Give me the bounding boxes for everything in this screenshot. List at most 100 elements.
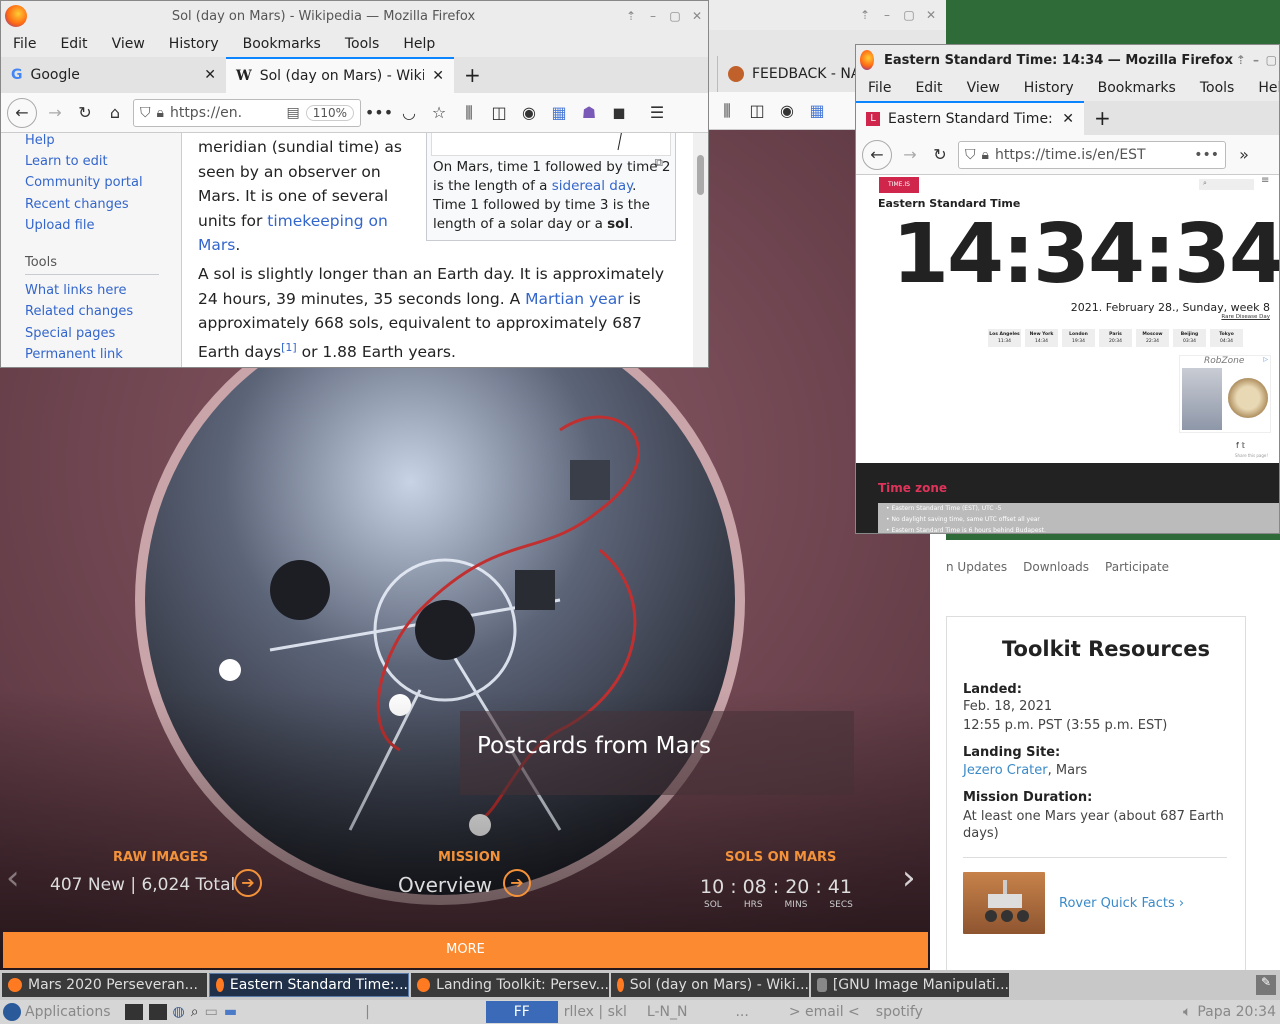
timeis-shield-icon[interactable]: ⛉ [965,147,976,163]
sidebar-special-pages[interactable]: Special pages [25,326,115,341]
nav-participate[interactable]: Participate [1105,560,1169,574]
menu-help[interactable]: Help [391,36,447,52]
ad-box[interactable]: RobZone ▷ [1179,355,1271,433]
timeis-menu-view[interactable]: View [955,80,1012,96]
wiki-minimize-button[interactable]: – [642,9,664,23]
wiki-url-bar[interactable]: ⛉ 🔒︎ https://en. ▤ 110% [133,98,361,127]
wiki-close-button[interactable]: ✕ [686,9,708,23]
sidebar-community-portal[interactable]: Community portal [25,175,143,190]
timeis-lock-icon[interactable]: 🔒︎ [982,147,989,163]
reader-mode-icon[interactable]: ▤ [286,105,299,121]
city-clock-6[interactable]: Tokyo 04:34 [1210,329,1243,347]
workspace-email[interactable]: > email < [789,1004,860,1020]
workspace-ff[interactable]: FF [485,1001,558,1023]
menu-edit[interactable]: Edit [48,36,99,52]
gimp-tray-icon[interactable]: ✎ [1256,975,1276,995]
city-clock-4[interactable]: Moscow 22:34 [1136,329,1169,347]
martian-year-link[interactable]: Martian year [525,290,623,308]
sidebar-icon[interactable]: ◫ [487,101,511,125]
social-icons[interactable]: f 𝕥 [1236,441,1245,450]
carousel-prev-button[interactable]: ‹ [6,858,20,898]
debian-logo-icon[interactable] [3,1003,21,1021]
menu-file[interactable]: File [1,36,48,52]
timeis-page-actions-icon[interactable]: ••• [1194,147,1219,163]
city-clock-1[interactable]: New York 14:34 [1025,329,1058,347]
city-clock-5[interactable]: Beijing 03:34 [1173,329,1206,347]
sidebar-what-links-here[interactable]: What links here [25,283,126,298]
hamburger-menu-icon[interactable]: ☰ [645,101,669,125]
menu-bookmarks[interactable]: Bookmarks [231,36,333,52]
wiki-scrollbar[interactable] [693,133,708,367]
sidebar-help[interactable]: Help [25,133,55,148]
page-actions-icon[interactable]: ••• [365,101,393,125]
bg-close-button[interactable]: ✕ [920,8,942,22]
workspace-1[interactable]: rllex | skl [564,1004,627,1020]
forward-icon[interactable]: → [43,101,67,125]
menu-tools[interactable]: Tools [333,36,392,52]
sidereal-day-link[interactable]: sidereal day [552,178,632,194]
home-icon[interactable]: ⌂ [103,101,127,125]
nav-downloads[interactable]: Downloads [1023,560,1089,574]
container-icon[interactable]: ▦ [547,101,571,125]
raw-images-arrow-button[interactable]: ➔ [234,869,262,897]
wiki-maximize-button[interactable]: ▢ [664,9,686,23]
timeis-url-bar[interactable]: ⛉ 🔒︎ https://time.is/en/EST ••• [958,140,1226,169]
rover-quick-facts-link[interactable]: Rover Quick Facts › [1059,896,1184,911]
tab-timeis[interactable]: L Eastern Standard Time: ✕ [856,101,1084,135]
sidebar-upload-file[interactable]: Upload file [25,218,94,233]
reload-icon[interactable]: ↻ [73,101,97,125]
rover-thumbnail[interactable] [963,872,1045,934]
carousel-next-button[interactable]: › [902,858,916,898]
nav-news-updates[interactable]: n Updates [946,560,1007,574]
sidebar-permanent-link[interactable]: Permanent link [25,347,123,362]
timeis-menu-icon[interactable]: ≡ [1261,175,1269,186]
volume-icon[interactable]: 🔈︎ [1183,1004,1191,1020]
reference-1-link[interactable]: [1] [281,341,297,354]
task-eastern-standard-time[interactable]: Eastern Standard Time:... [209,973,409,997]
pocket-icon[interactable]: ◡ [397,101,421,125]
extension-robot-icon[interactable]: ☗ [577,101,601,125]
new-tab-button[interactable]: + [454,57,491,93]
wiki-up-button[interactable]: ⇡ [620,9,642,23]
overflow-chevron-icon[interactable]: » [1232,143,1256,167]
tab-timeis-close-icon[interactable]: ✕ [1062,111,1074,127]
wiki-scrollbar-thumb[interactable] [697,155,704,195]
library-icon[interactable]: ⫼ [715,99,739,123]
timeis-menu-tools[interactable]: Tools [1188,80,1247,96]
mission-arrow-button[interactable]: ➔ [503,869,531,897]
timeis-menu-history[interactable]: History [1012,80,1086,96]
jezero-crater-link[interactable]: Jezero Crater [963,763,1048,778]
sidebar-recent-changes[interactable]: Recent changes [25,197,129,212]
menu-view[interactable]: View [100,36,157,52]
container-icon[interactable]: ▦ [805,99,829,123]
bookmark-star-icon[interactable]: ☆ [427,101,451,125]
library-icon[interactable]: ⫼ [457,101,481,125]
task-mars-2020[interactable]: Mars 2020 Perseveran... [2,973,207,997]
timeis-logo[interactable]: TIME.IS [879,177,919,193]
lock-icon[interactable]: 🔒︎ [157,105,164,121]
tab-google-close-icon[interactable]: ✕ [204,67,216,83]
rare-disease-day-link[interactable]: Rare Disease Day [1221,314,1270,320]
workspace-spotify[interactable]: spotify [876,1004,923,1020]
sidebar-related-changes[interactable]: Related changes [25,304,133,319]
account-icon[interactable]: ◉ [517,101,541,125]
task-landing-toolkit[interactable]: Landing Toolkit: Persev... [411,973,609,997]
globe-icon[interactable]: ◍ [173,1004,185,1020]
timeis-reload-icon[interactable]: ↻ [928,143,952,167]
terminal2-icon[interactable] [148,1004,167,1020]
more-button[interactable]: MORE [3,932,928,968]
city-clock-2[interactable]: London 19:34 [1062,329,1095,347]
sidebar-icon[interactable]: ◫ [745,99,769,123]
folder-icon[interactable]: ▬ [224,1004,237,1020]
bg-min-button[interactable]: ⇡ [854,8,876,22]
tab-wikipedia[interactable]: W Sol (day on Mars) - Wikip ✕ [226,57,454,93]
timeis-minimize-button[interactable]: – [1248,53,1263,67]
workspace-2[interactable]: L-N_N [647,1004,688,1020]
bg-minimize-button[interactable]: – [876,8,898,22]
timeis-menu-edit[interactable]: Edit [903,80,954,96]
zoom-level[interactable]: 110% [305,104,354,121]
extension-mask-icon[interactable]: ◼ [607,101,631,125]
drive-icon[interactable]: ▭ [205,1004,218,1020]
tab-wikipedia-close-icon[interactable]: ✕ [432,68,444,84]
bg-maximize-button[interactable]: ▢ [898,8,920,22]
